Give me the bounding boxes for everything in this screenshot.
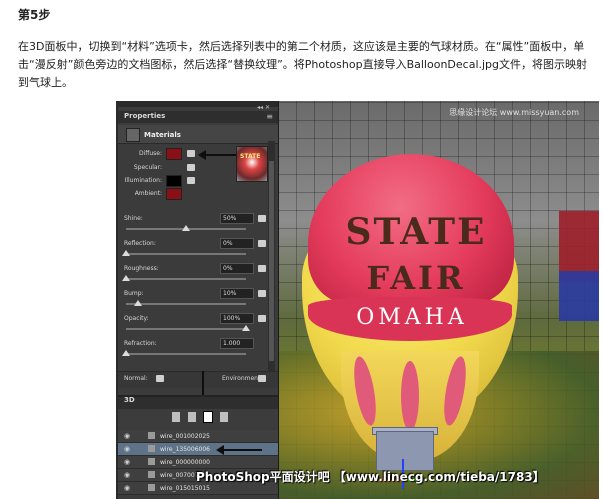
material-icon bbox=[148, 471, 155, 478]
layer-name: wire_135006006 bbox=[160, 446, 210, 453]
opacity-label: Opacity: bbox=[124, 315, 149, 322]
reflection-slider-thumb[interactable] bbox=[122, 250, 130, 256]
panel-menu-icon[interactable]: ≡ bbox=[266, 112, 273, 121]
balloon-leaf bbox=[401, 361, 419, 431]
step-title: 第5步 bbox=[18, 8, 51, 22]
reflection-value[interactable]: 0% bbox=[220, 238, 254, 249]
roughness-folder-icon[interactable] bbox=[258, 265, 266, 272]
eye-icon[interactable]: ◉ bbox=[124, 445, 130, 453]
roughness-slider[interactable] bbox=[126, 278, 246, 280]
watermark: 思缘设计论坛 www.missyuan.com bbox=[449, 108, 579, 117]
ambient-swatch[interactable] bbox=[166, 188, 182, 200]
ambient-label: Ambient: bbox=[134, 190, 162, 197]
illumination-label: Illumination: bbox=[124, 177, 162, 184]
balloon-text-fair: FAIR bbox=[366, 259, 466, 297]
instruction-paragraph: 在3D面板中，切换到“材料”选项卡，然后选择列表中的第二个材质，这应该是主要的气… bbox=[18, 40, 588, 89]
diffuse-swatch[interactable] bbox=[166, 148, 182, 160]
normal-folder-icon[interactable] bbox=[156, 375, 164, 382]
layer-name: wire_015015015 bbox=[160, 485, 210, 492]
diffuse-label: Diffuse: bbox=[138, 150, 162, 157]
refraction-value[interactable]: 1.000 bbox=[220, 338, 254, 349]
material-icon bbox=[148, 484, 155, 491]
materials-title: Materials bbox=[144, 131, 181, 139]
mesh-filter-icon[interactable] bbox=[188, 412, 196, 422]
layer-name: wire_000000000 bbox=[160, 459, 210, 466]
callout-arrow-layer-head bbox=[216, 445, 224, 455]
layer-name: wire_007007 bbox=[160, 472, 199, 479]
site-banner: PhotoShop平面设计吧 【www.linecg.com/tieba/178… bbox=[196, 470, 545, 484]
tutorial-screenshot: 思缘设计论坛 www.missyuan.com STATE FAIR OMAHA… bbox=[116, 101, 599, 499]
layer-name: wire_001002025 bbox=[160, 433, 210, 440]
balloon-text-omaha: OMAHA bbox=[356, 305, 468, 330]
roughness-slider-thumb[interactable] bbox=[122, 275, 130, 281]
material-icon bbox=[148, 445, 155, 452]
eye-icon[interactable]: ◉ bbox=[124, 471, 130, 479]
specular-folder-icon[interactable] bbox=[187, 164, 195, 171]
callout-arrow-layer bbox=[222, 449, 262, 451]
diffuse-texture-folder-icon[interactable] bbox=[187, 150, 195, 157]
balloon-basket bbox=[376, 431, 434, 471]
properties-panel: ◂◂ ✕ Properties ≡ Materials Diffuse: Spe… bbox=[118, 101, 279, 499]
lights-filter-icon[interactable] bbox=[220, 412, 228, 422]
eye-icon[interactable]: ◉ bbox=[124, 458, 130, 466]
refraction-slider-thumb[interactable] bbox=[122, 350, 130, 356]
shine-value[interactable]: 50% bbox=[220, 213, 254, 224]
roughness-label: Roughness: bbox=[124, 265, 159, 272]
environment-label: Environment: bbox=[222, 375, 263, 382]
bump-slider[interactable] bbox=[126, 303, 246, 305]
materials-filter-icon[interactable] bbox=[203, 411, 213, 423]
properties-tab-label: Properties bbox=[124, 112, 166, 120]
environment-folder-icon[interactable] bbox=[258, 375, 266, 382]
refraction-label: Refraction: bbox=[124, 340, 157, 347]
opacity-slider-thumb[interactable] bbox=[242, 325, 250, 331]
eye-icon[interactable]: ◉ bbox=[124, 432, 130, 440]
roughness-value[interactable]: 0% bbox=[220, 263, 254, 274]
opacity-folder-icon[interactable] bbox=[258, 315, 266, 322]
scene-filter-icon[interactable] bbox=[172, 412, 180, 422]
collapse-icon[interactable]: ◂◂ ✕ bbox=[257, 104, 270, 111]
opacity-value[interactable]: 100% bbox=[220, 313, 254, 324]
reflection-slider[interactable] bbox=[126, 253, 246, 255]
bump-slider-thumb[interactable] bbox=[134, 300, 142, 306]
opacity-slider[interactable] bbox=[126, 328, 246, 330]
material-icon bbox=[148, 432, 155, 439]
panel-3d-header bbox=[118, 395, 278, 409]
shine-folder-icon[interactable] bbox=[258, 215, 266, 222]
balloon-text-state: STATE bbox=[345, 211, 487, 253]
reflection-label: Reflection: bbox=[124, 240, 156, 247]
normal-label: Normal: bbox=[124, 375, 148, 382]
backdrop-blue bbox=[559, 271, 599, 321]
refraction-slider[interactable] bbox=[126, 353, 246, 355]
materials-header bbox=[118, 125, 278, 144]
material-preview bbox=[236, 146, 268, 182]
layer-row[interactable]: ◉ wire_001002025 bbox=[118, 430, 278, 443]
preview-text: STATE bbox=[240, 153, 261, 160]
panel-3d-toolbar bbox=[118, 409, 278, 427]
eye-icon[interactable]: ◉ bbox=[124, 484, 130, 492]
bump-folder-icon[interactable] bbox=[258, 290, 266, 297]
panel-scroll-thumb[interactable] bbox=[269, 161, 274, 361]
callout-arrow bbox=[204, 154, 236, 156]
bump-label: Bump: bbox=[124, 290, 144, 297]
material-icon bbox=[148, 458, 155, 465]
specular-label: Specular: bbox=[133, 164, 162, 171]
panel-3d-title: 3D bbox=[124, 396, 135, 404]
materials-icon bbox=[126, 128, 140, 142]
bump-value[interactable]: 10% bbox=[220, 288, 254, 299]
callout-arrow-head bbox=[198, 150, 206, 160]
shine-slider-thumb[interactable] bbox=[182, 225, 190, 231]
reflection-folder-icon[interactable] bbox=[258, 240, 266, 247]
illumination-swatch[interactable] bbox=[166, 175, 182, 187]
illumination-folder-icon[interactable] bbox=[187, 177, 195, 184]
shine-label: Shine: bbox=[124, 215, 143, 222]
panel-topbar bbox=[118, 101, 278, 107]
